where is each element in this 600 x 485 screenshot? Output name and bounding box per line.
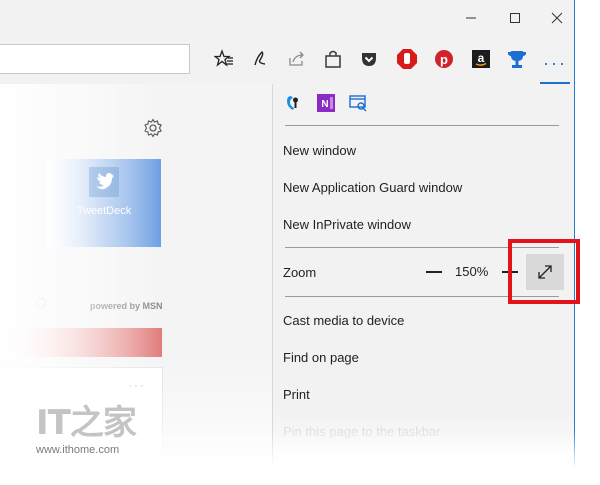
menu-fade-overlay	[273, 410, 574, 470]
minimize-icon	[466, 17, 476, 19]
twitter-bird-icon	[89, 167, 119, 197]
pinterest-icon[interactable]: p	[433, 48, 455, 70]
powered-by-label: powered by MSN	[90, 301, 163, 311]
card-divider	[162, 367, 163, 470]
address-bar[interactable]	[0, 44, 190, 74]
menu-item-new-application-guard-window[interactable]: New Application Guard window	[283, 180, 462, 195]
menu-item-print[interactable]: Print	[283, 387, 310, 402]
menu-item-new-inprivate-window[interactable]: New InPrivate window	[283, 217, 411, 232]
title-bar	[0, 0, 574, 36]
tile-label: TweetDeck	[76, 205, 132, 217]
tweetdeck-tile[interactable]: TweetDeck	[47, 159, 161, 247]
menu-item-new-window[interactable]: New window	[283, 143, 356, 158]
adblock-icon[interactable]	[396, 48, 418, 70]
browser-window: p a ··· TweetDeck powered by MSN ··· N N…	[0, 0, 575, 470]
favorites-star-icon[interactable]	[213, 48, 235, 70]
web-clipper-icon[interactable]	[347, 92, 369, 114]
zoom-label: Zoom	[283, 265, 317, 280]
search-icon[interactable]	[36, 298, 46, 308]
pocket-icon[interactable]	[358, 48, 380, 70]
close-button[interactable]	[542, 8, 572, 28]
minimize-button[interactable]	[456, 8, 486, 28]
pen-note-icon[interactable]	[250, 48, 272, 70]
watermark: IT之家 www.ithome.com	[36, 403, 137, 456]
settings-more-button[interactable]: ···	[540, 44, 570, 84]
gear-icon[interactable]	[143, 118, 163, 138]
maximize-button[interactable]	[500, 8, 530, 28]
menu-item-find-on-page[interactable]: Find on page	[283, 350, 359, 365]
highlight-box	[508, 239, 580, 304]
shopping-bag-icon[interactable]	[322, 48, 344, 70]
extension-row: N	[283, 92, 369, 114]
trophy-extension-icon[interactable]	[506, 48, 528, 70]
watermark-url: www.ithome.com	[36, 444, 120, 456]
close-icon	[551, 12, 563, 24]
menu-item-cast-media[interactable]: Cast media to device	[283, 313, 404, 328]
svg-text:p: p	[440, 52, 448, 67]
onenote-icon[interactable]: N	[315, 92, 337, 114]
toolbar: p a ···	[0, 36, 574, 84]
card-more-button[interactable]: ···	[128, 378, 146, 392]
svg-text:a: a	[478, 51, 485, 65]
zoom-out-button[interactable]	[426, 271, 442, 273]
news-banner[interactable]	[0, 328, 162, 357]
menu-divider	[285, 125, 559, 126]
menu-item-pin-to-taskbar[interactable]: Pin this page to the taskbar	[283, 424, 441, 439]
watermark-logo: IT之家	[36, 403, 137, 443]
amazon-icon[interactable]: a	[470, 48, 492, 70]
share-icon[interactable]	[286, 48, 308, 70]
zoom-value: 150%	[455, 264, 489, 279]
extension-icon[interactable]	[283, 92, 305, 114]
svg-text:N: N	[321, 99, 328, 110]
maximize-icon	[510, 13, 520, 23]
